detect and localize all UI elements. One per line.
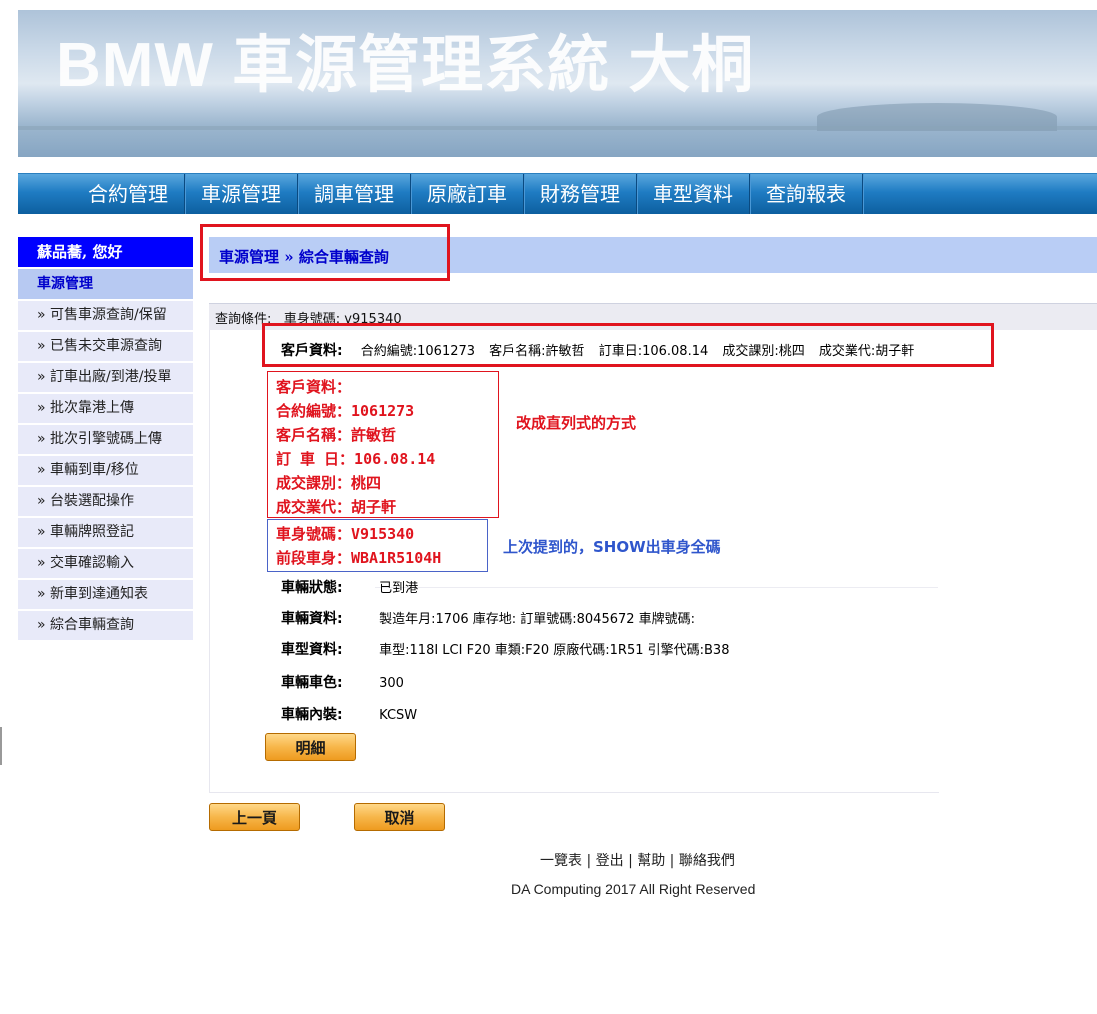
footer-links[interactable]: 一覽表 | 登出 | 幫助 | 聯絡我們 [540, 850, 735, 870]
model-data-row: 車型資料: 車型:118I LCI F20 車類:F20 原廠代碼:1R51 引… [281, 639, 729, 659]
vehicle-status-label: 車輛狀態: [281, 580, 343, 596]
sidebar-item-sold-undelivered[interactable]: » 已售未交車源查詢 [18, 332, 193, 361]
annotation-highlight-breadcrumb [200, 224, 450, 281]
sidebar-item-accessory-fitting[interactable]: » 台裝選配操作 [18, 487, 193, 516]
annotation-vertical-customer-box: 客戶資料： 合約編號：1061273 客戶名稱：許敏哲 訂 車 日：106.08… [267, 371, 499, 518]
nav-item-transfer[interactable]: 調車管理 [298, 174, 411, 214]
sidebar-item-license-registration[interactable]: » 車輛牌照登記 [18, 518, 193, 547]
vehicle-status-row: 車輛狀態: 已到港 [281, 577, 418, 597]
nav-item-finance[interactable]: 財務管理 [524, 174, 637, 214]
annotation-note-vin: 上次提到的，SHOW出車身全碼 [503, 538, 721, 556]
annotation-line: 車身號碼：V915340 [276, 525, 415, 543]
annotation-line: 成交課別：桃四 [276, 474, 382, 492]
prev-page-button[interactable]: 上一頁 [209, 803, 300, 831]
cancel-button[interactable]: 取消 [354, 803, 445, 831]
annotation-highlight-customer [262, 323, 994, 367]
vehicle-data-value: 製造年月:1706 庫存地: 訂單號碼:8045672 車牌號碼: [379, 612, 696, 627]
sidebar-item-order-shipping[interactable]: » 訂車出廠/到港/投單 [18, 363, 193, 392]
vehicle-interior-value: KCSW [379, 708, 418, 723]
page-edge-mark [0, 727, 2, 765]
sidebar-item-vehicle-query[interactable]: » 綜合車輛查詢 [18, 611, 193, 640]
sidebar-item-delivery-confirm[interactable]: » 交車確認輸入 [18, 549, 193, 578]
nav-item-vehicle-source[interactable]: 車源管理 [185, 174, 298, 214]
sidebar-section-title[interactable]: 車源管理 [18, 269, 193, 299]
footer-copyright: DA Computing 2017 All Right Reserved [511, 881, 756, 897]
annotation-note-vertical: 改成直列式的方式 [516, 414, 637, 432]
vehicle-data-row: 車輛資料: 製造年月:1706 庫存地: 訂單號碼:8045672 車牌號碼: [281, 608, 695, 628]
model-data-value: 車型:118I LCI F20 車類:F20 原廠代碼:1R51 引擎代碼:B3… [379, 643, 730, 658]
banner-title: BMW 車源管理系統 大桐 [56, 31, 755, 100]
sidebar: 蘇品蕎, 您好 車源管理 » 可售車源查詢/保留 » 已售未交車源查詢 » 訂車… [18, 237, 193, 640]
vehicle-data-label: 車輛資料: [281, 611, 343, 627]
header-banner: BMW 車源管理系統 大桐 [18, 10, 1097, 157]
nav-item-contracts[interactable]: 合約管理 [72, 174, 185, 214]
annotation-line: 合約編號：1061273 [276, 402, 415, 420]
annotation-line: 客戶名稱：許敏哲 [276, 426, 397, 444]
vehicle-status-value: 已到港 [379, 581, 419, 596]
main-nav: 合約管理 車源管理 調車管理 原廠訂車 財務管理 車型資料 查詢報表 [18, 173, 1097, 214]
annotation-vin-box: 車身號碼：V915340 前段車身：WBA1R5104H [267, 519, 488, 572]
sidebar-item-arrival-notice[interactable]: » 新車到達通知表 [18, 580, 193, 609]
sidebar-greeting: 蘇品蕎, 您好 [18, 237, 193, 267]
annotation-line: 成交業代：胡子軒 [276, 498, 397, 516]
nav-item-factory-order[interactable]: 原廠訂車 [411, 174, 524, 214]
sidebar-item-available-query[interactable]: » 可售車源查詢/保留 [18, 301, 193, 330]
vehicle-color-label: 車輛車色: [281, 675, 343, 691]
sidebar-item-batch-engine-upload[interactable]: » 批次引擎號碼上傳 [18, 425, 193, 454]
nav-item-model-data[interactable]: 車型資料 [637, 174, 750, 214]
sidebar-item-batch-port-upload[interactable]: » 批次靠港上傳 [18, 394, 193, 423]
sidebar-item-arrival-move[interactable]: » 車輛到車/移位 [18, 456, 193, 485]
annotation-line: 訂 車 日：106.08.14 [276, 450, 436, 468]
nav-item-reports[interactable]: 查詢報表 [750, 174, 863, 214]
vehicle-color-row: 車輛車色: 300 [281, 672, 404, 692]
row-divider [375, 587, 938, 588]
nav-menu: 合約管理 車源管理 調車管理 原廠訂車 財務管理 車型資料 查詢報表 [72, 174, 863, 214]
annotation-line: 客戶資料： [276, 378, 352, 396]
detail-button[interactable]: 明細 [265, 733, 356, 761]
vehicle-interior-label: 車輛內裝: [281, 707, 343, 723]
vehicle-color-value: 300 [379, 676, 404, 691]
vehicle-interior-row: 車輛內裝: KCSW [281, 704, 417, 724]
banner-shoreline-decoration [18, 126, 1097, 130]
annotation-line: 前段車身：WBA1R5104H [276, 549, 442, 567]
model-data-label: 車型資料: [281, 642, 343, 658]
